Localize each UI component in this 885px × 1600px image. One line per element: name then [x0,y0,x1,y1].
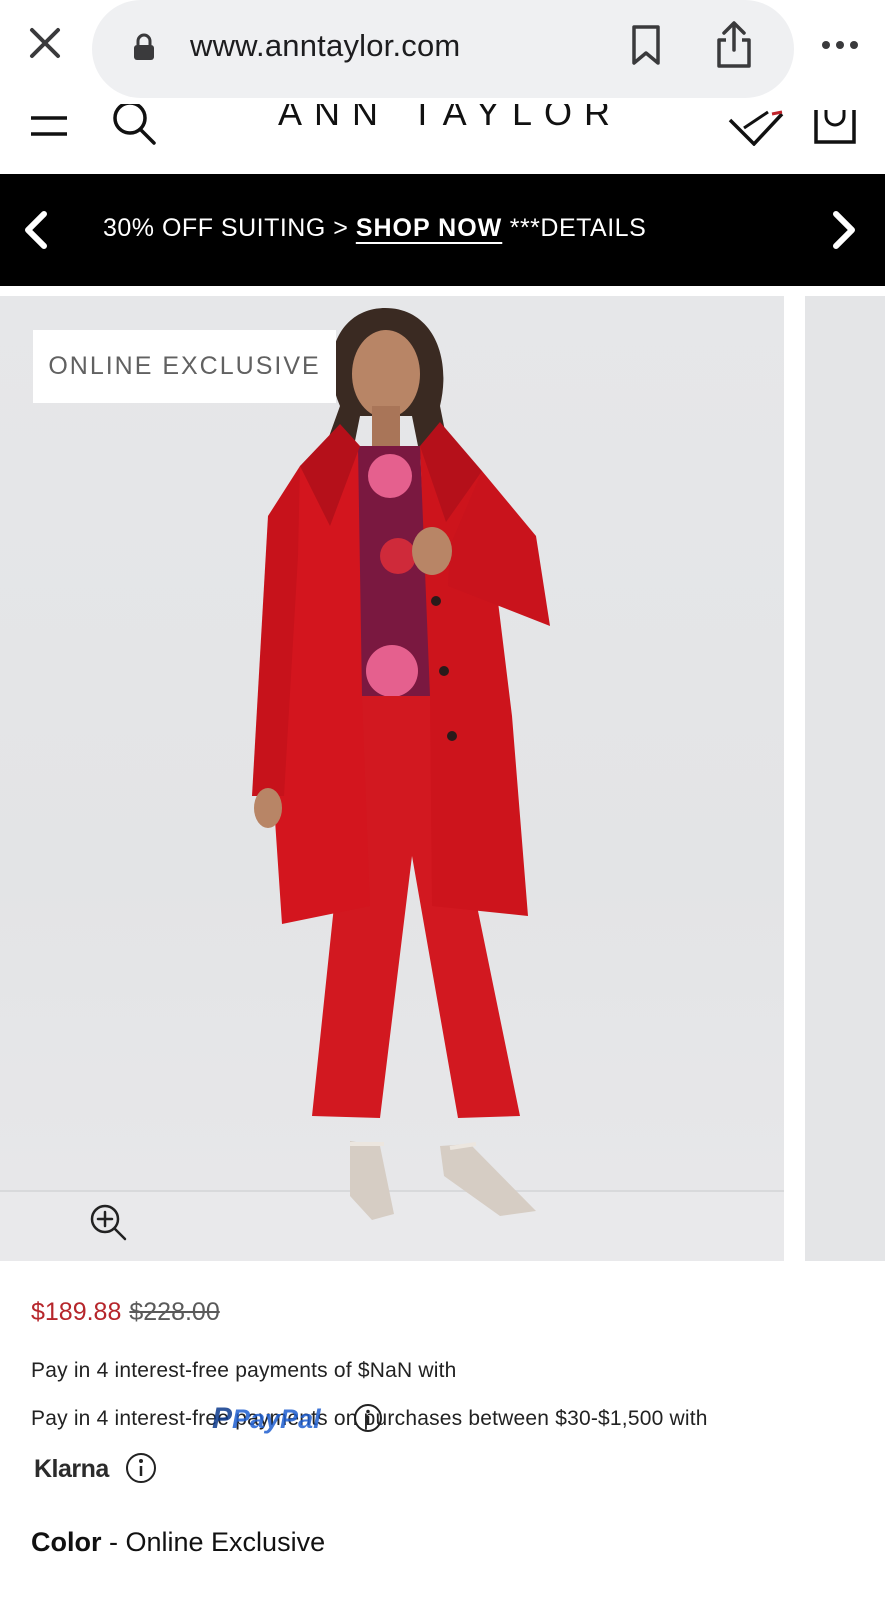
chevron-left-icon[interactable] [18,208,54,252]
model-figure [0,308,784,1261]
color-separator: - [101,1527,126,1557]
paypal-info-icon[interactable] [353,1403,383,1433]
promo-banner: 30% OFF SUITING > SHOP NOW ***DETAILS [0,174,885,286]
share-icon[interactable] [714,20,754,70]
search-icon[interactable] [112,101,158,146]
price-row: $189.88 $228.00 [31,1298,220,1327]
color-label: Color [31,1527,102,1557]
paypal-wordmark: PayPal [232,1404,321,1434]
next-product-image[interactable] [805,296,885,1261]
bag-icon[interactable] [812,102,858,146]
browser-toolbar: www.anntaylor.com [0,0,885,104]
lock-icon [132,32,156,62]
paypal-logo[interactable]: PPayPal [212,1402,321,1436]
promo-offer: 30% OFF SUITING > [103,214,356,242]
menu-icon[interactable] [30,114,68,138]
product-image[interactable]: ONLINE EXCLUSIVE [0,296,784,1261]
product-gallery[interactable]: ONLINE EXCLUSIVE [0,296,885,1261]
wishlist-icon[interactable] [726,106,788,147]
color-value: Online Exclusive [125,1527,326,1557]
zoom-in-icon[interactable] [88,1202,128,1242]
shop-now-link[interactable]: SHOP NOW [356,214,502,242]
more-icon[interactable] [820,30,860,60]
original-price: $228.00 [129,1298,220,1326]
klarna-logo[interactable]: Klarna [34,1455,109,1484]
klarna-info-icon[interactable] [125,1452,157,1484]
sale-price: $189.88 [31,1298,122,1326]
site-header: ANN TAYLOR [0,98,885,174]
paypal-installment-text: Pay in 4 interest-free payments of $NaN … [31,1359,457,1382]
bookmark-icon[interactable] [628,24,664,66]
address-bar[interactable]: www.anntaylor.com [92,0,794,98]
color-selector-label: Color - Online Exclusive [31,1527,325,1558]
close-icon[interactable] [24,22,66,64]
promo-text: 30% OFF SUITING > SHOP NOW ***DETAILS [103,214,646,243]
promo-details[interactable]: ***DETAILS [502,214,646,242]
paypal-p-icon: P [212,1402,233,1435]
online-exclusive-badge: ONLINE EXCLUSIVE [33,330,336,403]
url-text[interactable]: www.anntaylor.com [190,28,460,64]
chevron-right-icon[interactable] [826,208,862,252]
